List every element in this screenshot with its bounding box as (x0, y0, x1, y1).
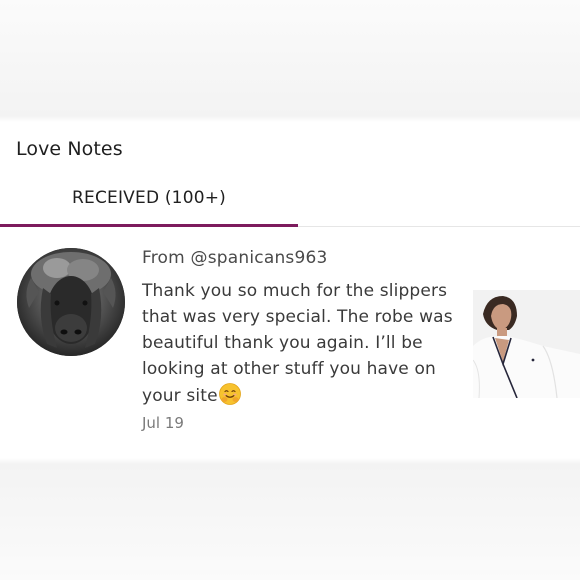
product-thumbnail[interactable] (473, 290, 580, 398)
note-sender[interactable]: From @spanicans963 (142, 248, 328, 268)
bison-avatar-image (17, 248, 125, 356)
active-tab-indicator (0, 224, 298, 227)
section-title: Love Notes (16, 138, 123, 160)
white-robe-product-image (473, 290, 580, 398)
note-message-text: Thank you so much for the slippers that … (142, 281, 453, 406)
avatar[interactable] (17, 248, 125, 356)
love-note-item[interactable]: From @spanicans963 Thank you so much for… (0, 232, 580, 452)
tab-bar: RECEIVED (100+) (0, 180, 580, 227)
tab-bar-empty-area (298, 180, 580, 226)
page: Love Notes RECEIVED (100+) From @spanica… (0, 0, 580, 580)
smiling-face-emoji-icon (218, 382, 242, 406)
note-date: Jul 19 (142, 414, 184, 432)
tab-received-label: RECEIVED (100+) (72, 188, 226, 208)
love-notes-card: Love Notes RECEIVED (100+) From @spanica… (0, 122, 580, 458)
note-message: Thank you so much for the slippers that … (142, 278, 460, 409)
tab-received[interactable]: RECEIVED (100+) (0, 180, 298, 227)
